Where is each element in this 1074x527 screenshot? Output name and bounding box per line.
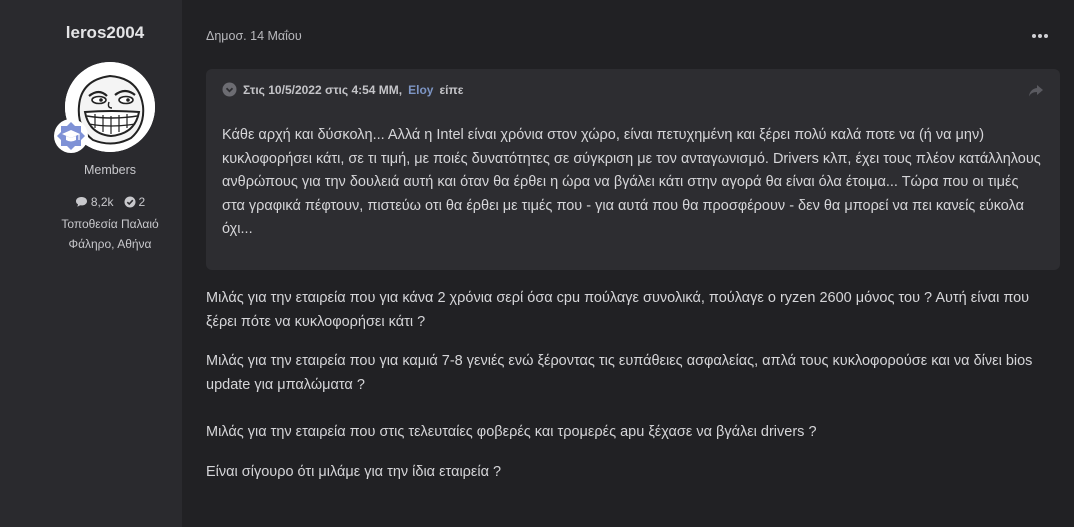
- more-dots-icon: [1038, 34, 1042, 38]
- chevron-circle-icon[interactable]: [222, 82, 237, 97]
- author-stats: 8,2k 2: [0, 195, 220, 209]
- quote-author-link[interactable]: Eloy: [408, 83, 433, 97]
- post-paragraph: Είναι σίγουρο ότι μιλάμε για την ίδια ετ…: [206, 464, 502, 480]
- solutions-count-stat: 2: [124, 195, 146, 209]
- quote-header: Στις 10/5/2022 στις 4:54 ΜΜ, Eloy είπε: [222, 82, 463, 97]
- quote-attribution-prefix: Στις 10/5/2022 στις 4:54 ΜΜ,: [243, 82, 403, 97]
- post-paragraph: Μιλάς για την εταιρεία που στις τελευταί…: [206, 424, 817, 440]
- quote-attribution-suffix: είπε: [439, 82, 464, 97]
- post-paragraph: Μιλάς για την εταιρεία που για κάνα 2 χρ…: [206, 290, 1030, 330]
- location-line-2: Φάληρο, Αθήνα: [68, 237, 152, 251]
- more-options-button[interactable]: [1031, 27, 1049, 45]
- author-location: Τοποθεσία Παλαιό Φάληρο, Αθήνα: [0, 214, 220, 254]
- author-username[interactable]: leros2004: [0, 23, 210, 43]
- quote-block: Στις 10/5/2022 στις 4:54 ΜΜ, Eloy είπε Κ…: [206, 69, 1060, 270]
- graduation-cap-icon: [57, 122, 85, 150]
- posts-count: 8,2k: [90, 195, 114, 209]
- post-date[interactable]: Δημοσ. 14 Μαΐου: [206, 29, 302, 43]
- author-panel: leros2004 Members 8,2k 2 Τοποθεσία Παλαι…: [0, 0, 182, 527]
- comment-icon: [75, 197, 87, 207]
- member-group: Members: [83, 163, 137, 177]
- quote-text: Κάθε αρχή και δύσκολη... Αλλά η Intel εί…: [222, 127, 1041, 237]
- location-line-1: Τοποθεσία Παλαιό: [61, 217, 159, 231]
- more-dots-icon: [1044, 34, 1048, 38]
- solutions-count: 2: [138, 195, 146, 209]
- rank-badge: [54, 119, 88, 153]
- posts-count-stat: 8,2k: [75, 195, 114, 209]
- share-icon[interactable]: [1028, 84, 1044, 98]
- post-paragraph: Μιλάς για την εταιρεία που για καμιά 7-8…: [206, 353, 1033, 393]
- more-dots-icon: [1032, 34, 1036, 38]
- check-circle-icon: [124, 196, 135, 208]
